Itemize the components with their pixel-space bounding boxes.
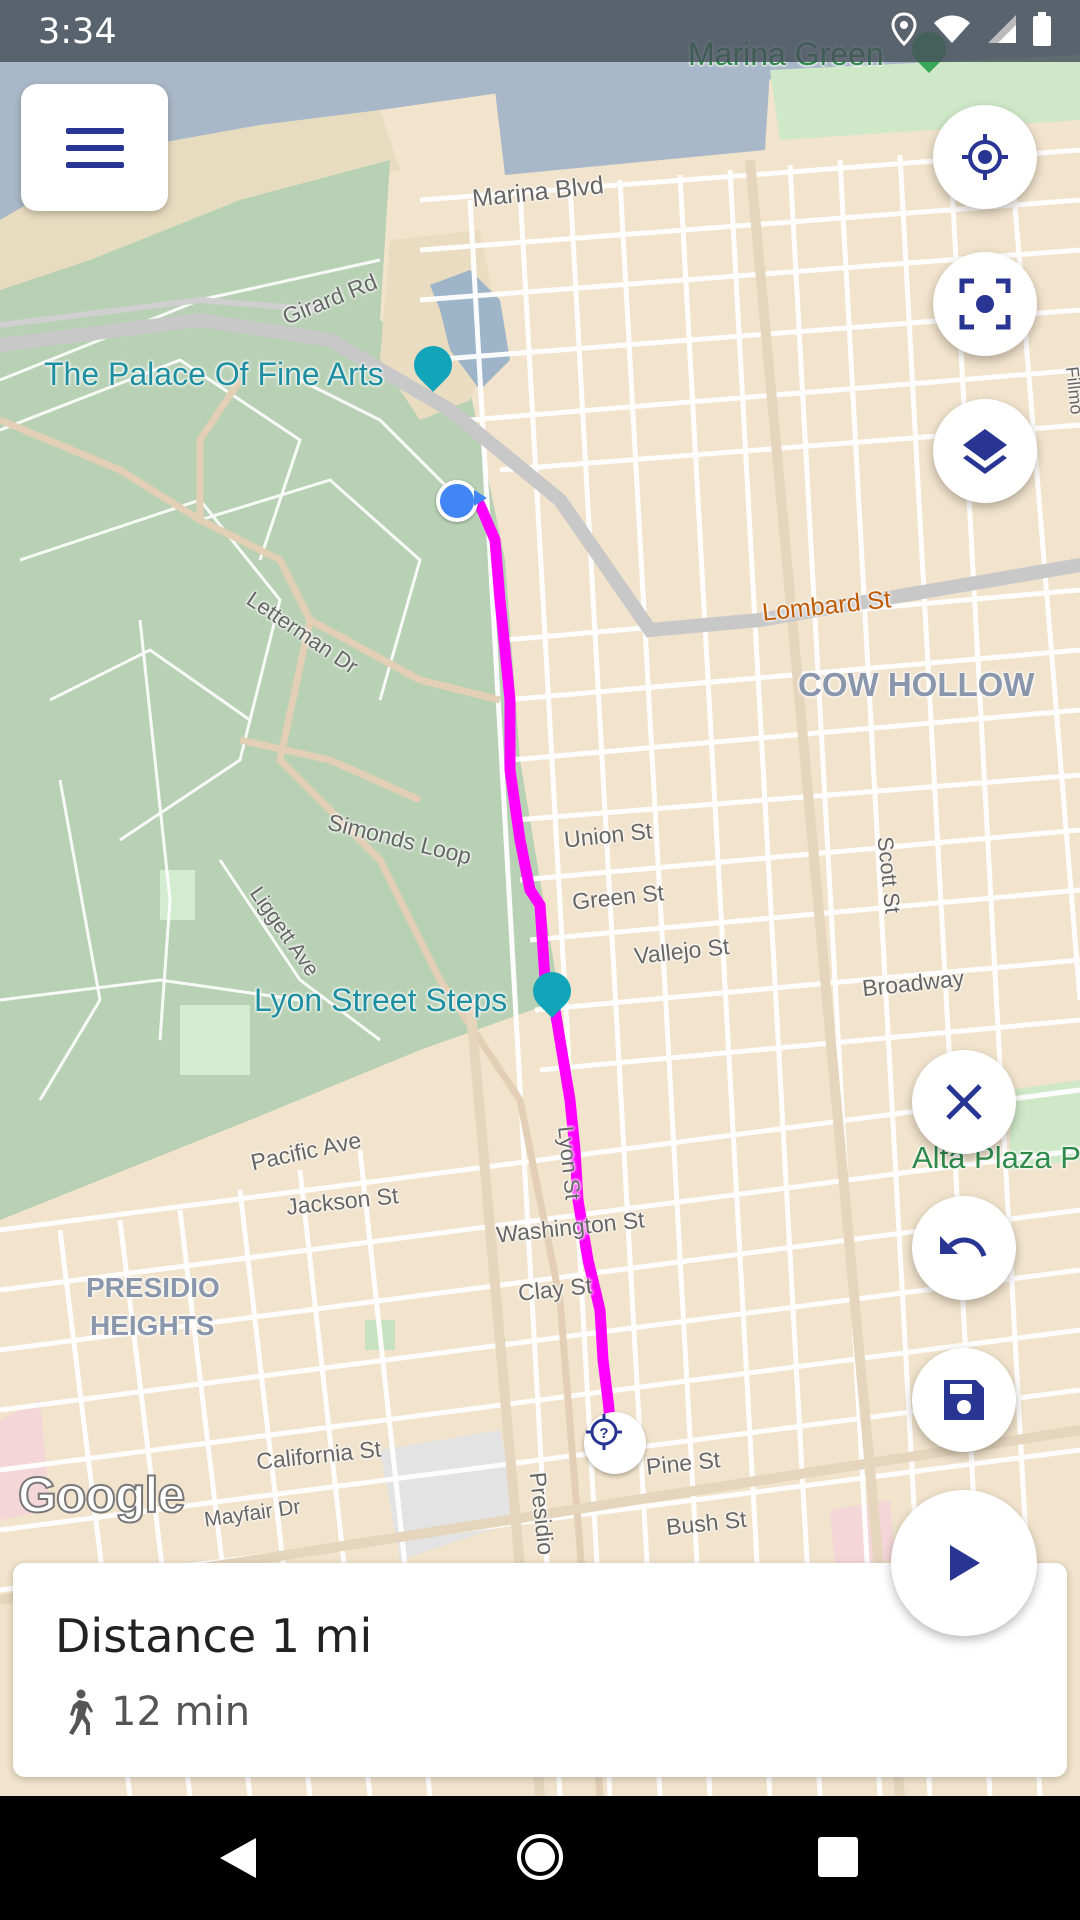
status-time: 3:34 bbox=[38, 12, 117, 52]
layers-button[interactable] bbox=[933, 399, 1037, 503]
center-focus-icon bbox=[959, 278, 1011, 330]
my-location-icon bbox=[962, 134, 1008, 180]
play-icon bbox=[950, 1545, 980, 1581]
system-nav-bar bbox=[0, 1796, 1080, 1920]
duration-row: 12 min bbox=[63, 1689, 250, 1735]
signal-icon bbox=[988, 15, 1016, 43]
label-presidio-heights-2: HEIGHTS bbox=[90, 1310, 215, 1341]
start-location-dot[interactable] bbox=[436, 480, 478, 522]
wifi-icon bbox=[934, 15, 970, 43]
recents-icon[interactable] bbox=[817, 1836, 859, 1878]
menu-icon bbox=[65, 127, 124, 168]
status-bar: 3:34 bbox=[0, 0, 1080, 62]
center-focus-button[interactable] bbox=[933, 252, 1037, 356]
duration-text: 12 min bbox=[111, 1689, 251, 1735]
battery-icon bbox=[1033, 12, 1051, 46]
clear-route-button[interactable] bbox=[912, 1050, 1016, 1154]
home-icon[interactable] bbox=[515, 1832, 565, 1882]
undo-button[interactable] bbox=[912, 1196, 1016, 1300]
save-icon bbox=[944, 1380, 984, 1420]
distance-text: Distance 1 mi bbox=[55, 1609, 373, 1663]
play-button[interactable] bbox=[891, 1490, 1037, 1636]
layers-icon bbox=[963, 429, 1007, 474]
google-logo: Google bbox=[17, 1466, 186, 1524]
undo-icon bbox=[940, 1236, 987, 1257]
save-button[interactable] bbox=[912, 1348, 1016, 1452]
close-icon bbox=[946, 1084, 982, 1120]
svg-text:?: ? bbox=[599, 1425, 608, 1442]
back-icon[interactable] bbox=[216, 1834, 260, 1882]
destination-marker[interactable]: ? bbox=[584, 1412, 646, 1474]
label-presidio-heights-1: PRESIDIO bbox=[86, 1272, 220, 1303]
question-target-icon: ? bbox=[586, 1414, 622, 1450]
status-icons bbox=[890, 12, 1052, 46]
menu-button[interactable] bbox=[21, 84, 168, 211]
my-location-button[interactable] bbox=[933, 105, 1037, 209]
label-lyon-street-steps: Lyon Street Steps bbox=[254, 982, 508, 1018]
label-cow-hollow: COW HOLLOW bbox=[798, 666, 1035, 703]
label-palace-fine-arts: The Palace Of Fine Arts bbox=[44, 356, 384, 392]
direction-arrow-icon bbox=[474, 490, 487, 506]
location-icon bbox=[891, 12, 917, 46]
walking-icon bbox=[69, 1689, 93, 1735]
